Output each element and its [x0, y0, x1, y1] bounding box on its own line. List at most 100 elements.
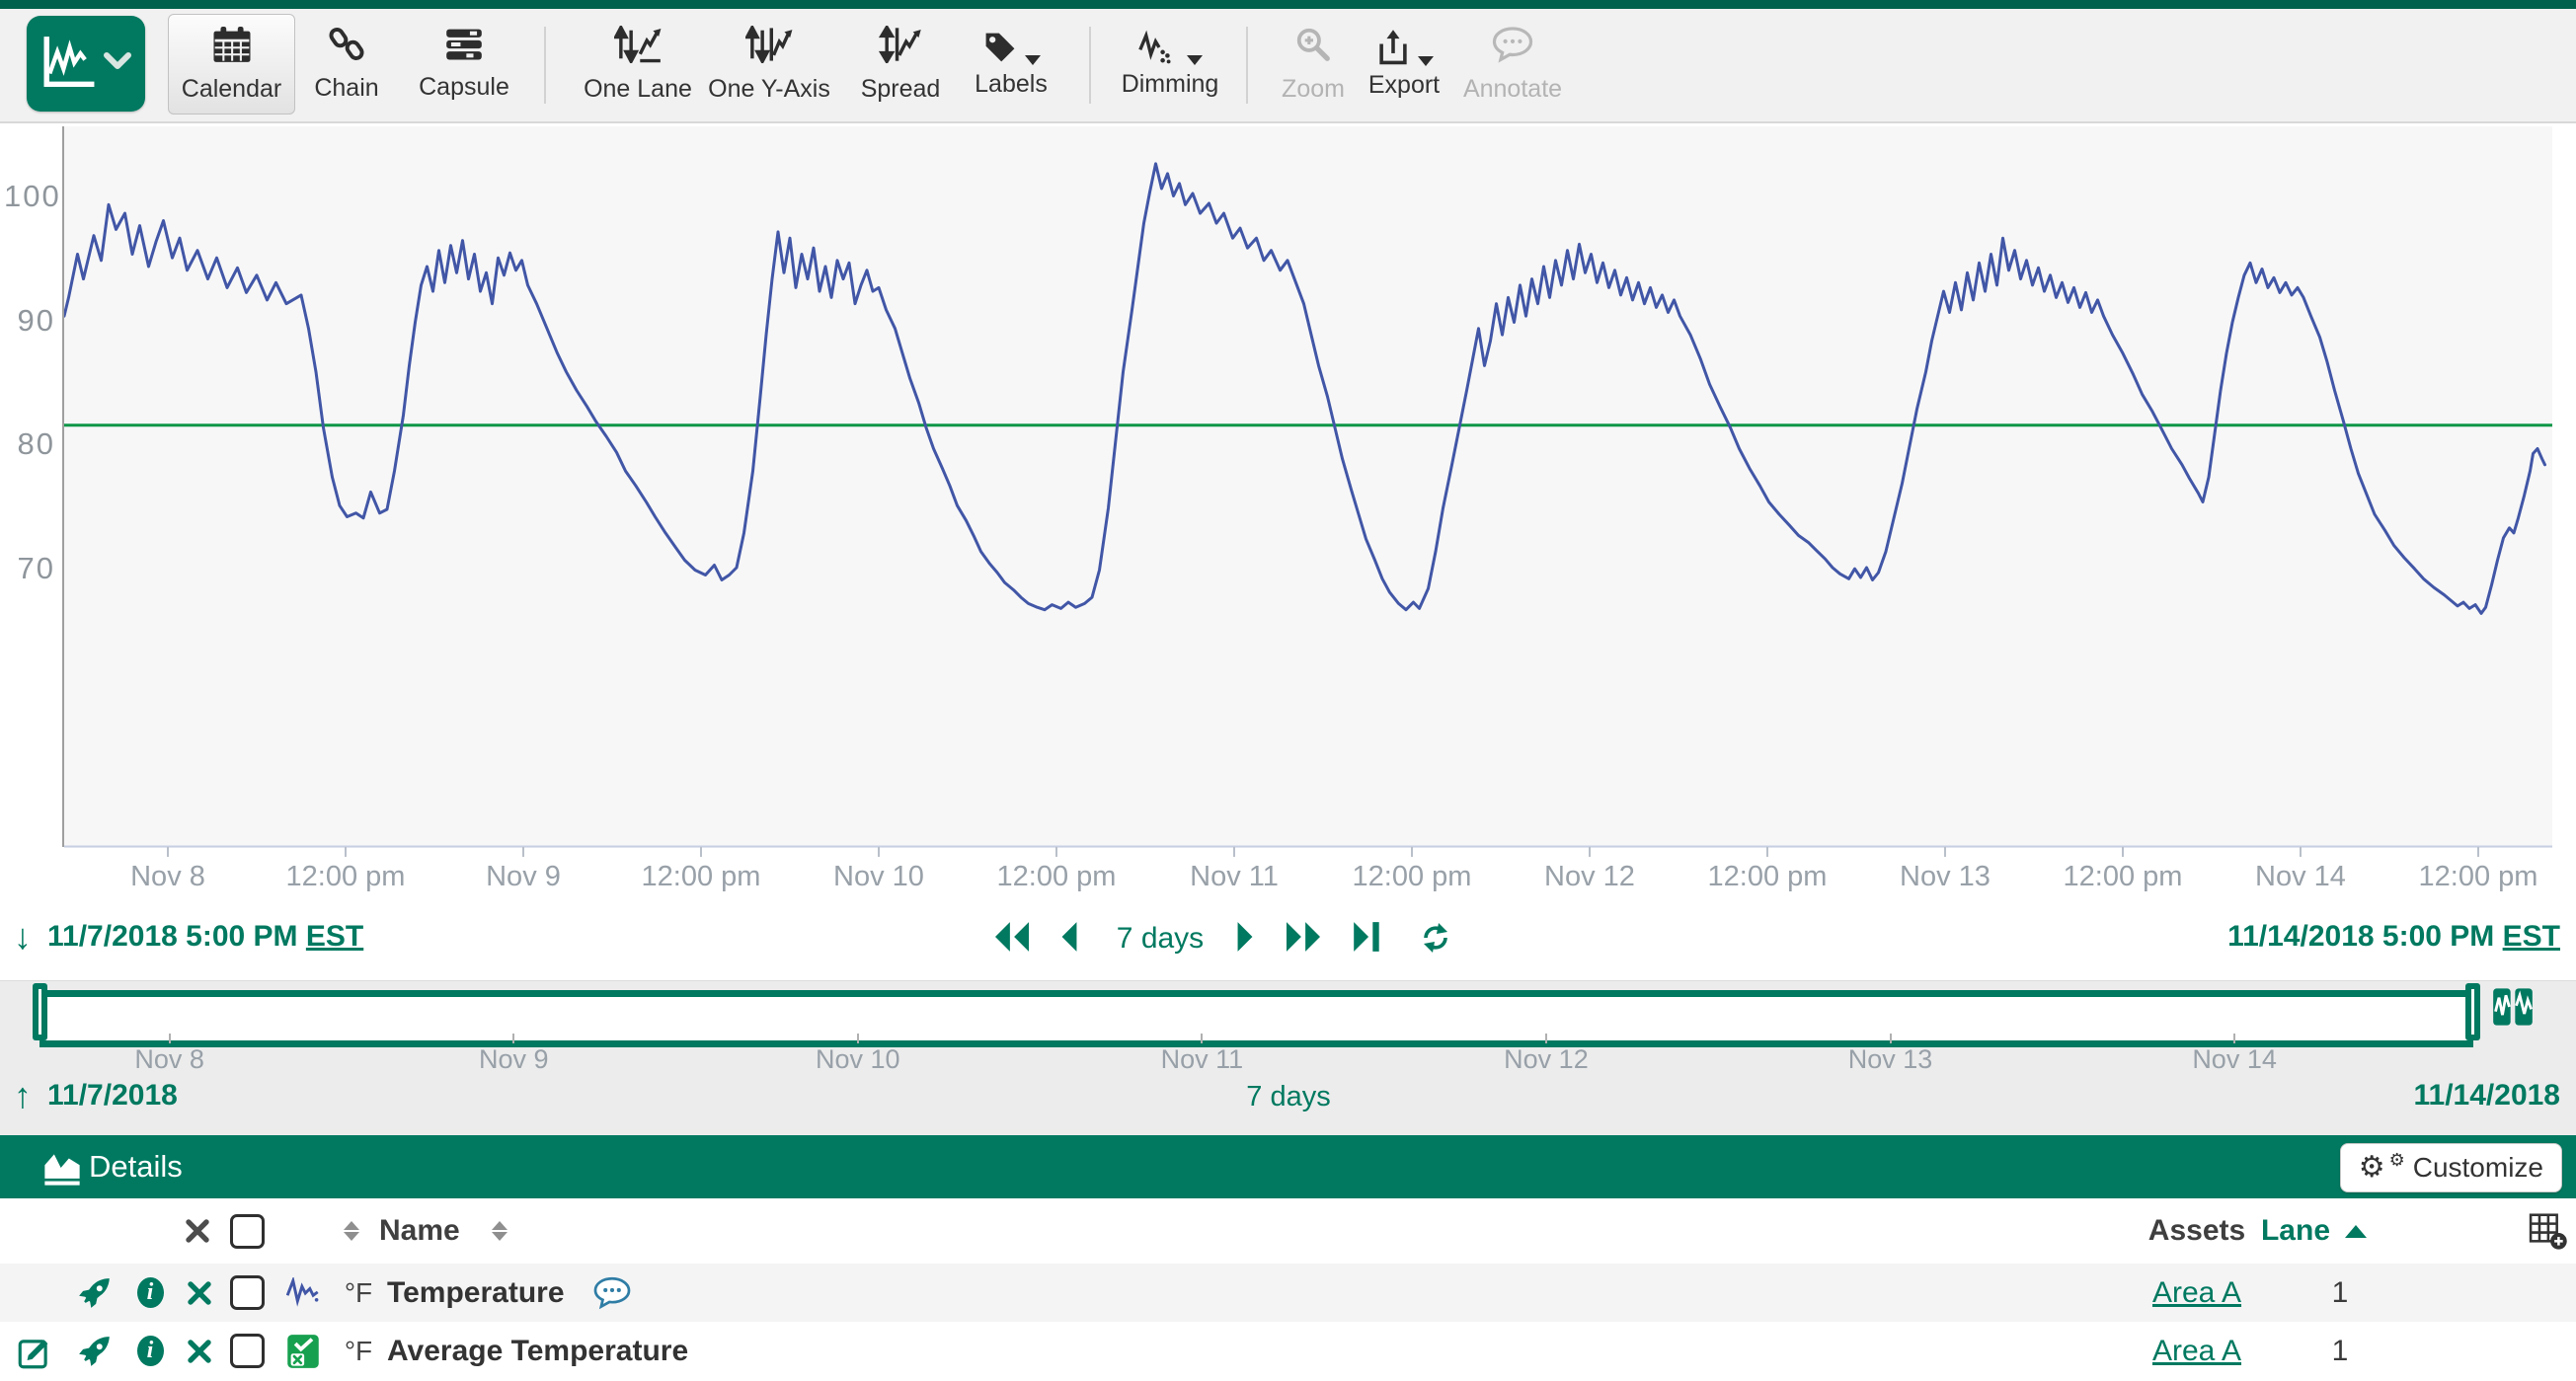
x-axis-tick-label: 12:00 pm	[1353, 861, 1472, 893]
remove-all-icon[interactable]	[176, 1198, 219, 1264]
annotation-bubble-icon[interactable]	[585, 1264, 640, 1322]
y-axis-tick-label: 100	[4, 179, 55, 214]
add-column-button[interactable]	[2524, 1198, 2573, 1264]
timebar-day-label: Nov 8	[134, 1044, 204, 1075]
x-axis-tick-label: 12:00 pm	[2064, 861, 2183, 893]
step-forward-button[interactable]	[1282, 920, 1325, 959]
column-header-name[interactable]: Name	[379, 1198, 488, 1264]
timebar-day-label: Nov 11	[1161, 1044, 1244, 1075]
toolbar-button-label: Dimming	[1122, 72, 1219, 97]
timezone-link[interactable]: EST	[306, 920, 363, 953]
lane-sort-ascending-icon[interactable]	[2338, 1198, 2374, 1264]
toolbar-button-labels[interactable]: Labels	[952, 14, 1070, 113]
row-checkbox[interactable]	[225, 1264, 269, 1322]
investigate-duration[interactable]: 7 days	[1229, 1081, 1348, 1113]
timebar-tick	[857, 1034, 859, 1043]
x-axis-tick-label: 12:00 pm	[642, 861, 761, 893]
toolbar-separator	[1246, 27, 1248, 104]
duration-button[interactable]: 7 days	[1106, 922, 1214, 956]
timebar-right-handle[interactable]	[2465, 983, 2480, 1040]
display-range-start[interactable]: 11/7/2018 5:00 PM EST	[47, 920, 363, 954]
item-name[interactable]: Temperature	[387, 1264, 703, 1322]
zoom-magnifier-icon	[1293, 26, 1333, 70]
export-share-icon	[1374, 29, 1434, 66]
toolbar-button-label: Export	[1368, 73, 1440, 98]
x-axis-tick-label: Nov 9	[486, 861, 561, 893]
sort-name-control[interactable]	[482, 1198, 517, 1264]
toolbar-button-annotate[interactable]: Annotate	[1448, 14, 1577, 113]
column-header-lane[interactable]: Lane	[2256, 1198, 2335, 1264]
details-row-average-temperature: i °F Average Temperature Area A 1	[0, 1322, 2576, 1380]
area-chart-icon	[41, 1149, 83, 1191]
remove-item-icon[interactable]	[178, 1322, 221, 1380]
info-icon[interactable]: i	[128, 1322, 172, 1380]
fit-timeframe-icon[interactable]	[2492, 987, 2534, 1032]
customize-button[interactable]: ⚙ ⚙ Customize	[2340, 1143, 2562, 1192]
x-axis-tick	[2122, 847, 2124, 857]
column-header-assets[interactable]: Assets	[2147, 1198, 2246, 1264]
timebar-range[interactable]	[39, 990, 2473, 1047]
item-name[interactable]: Average Temperature	[387, 1322, 802, 1380]
row-checkbox[interactable]	[225, 1322, 269, 1380]
toolbar-button-chain[interactable]: Chain	[292, 14, 401, 113]
calendar-icon	[212, 27, 252, 70]
details-panel-title: Details	[89, 1149, 183, 1185]
asset-link[interactable]: Area A	[2147, 1264, 2246, 1322]
timebar-tick	[169, 1034, 171, 1043]
x-axis-tick	[522, 847, 524, 857]
lane-value: 1	[2301, 1322, 2380, 1380]
half-step-backward-button[interactable]	[1056, 920, 1082, 959]
toolbar-button-label: Labels	[975, 72, 1048, 97]
x-axis-tick	[1766, 847, 1768, 857]
refresh-button[interactable]	[1418, 922, 1453, 959]
trend-plot[interactable]	[64, 126, 2552, 848]
select-all-checkbox[interactable]	[225, 1198, 269, 1264]
toolbar-button-dimming[interactable]: Dimming	[1108, 14, 1232, 113]
half-step-forward-button[interactable]	[1232, 920, 1258, 959]
x-axis-tick	[345, 847, 347, 857]
investigate-end-date[interactable]: 11/14/2018	[2414, 1079, 2561, 1112]
details-table-header: Name Assets Lane	[0, 1198, 2576, 1265]
sort-color-control[interactable]	[334, 1198, 369, 1264]
x-axis-tick	[878, 847, 880, 857]
rocket-icon[interactable]	[73, 1264, 117, 1322]
timebar-day-label: Nov 10	[816, 1044, 900, 1075]
toolbar-button-one-lane[interactable]: One Lane	[569, 14, 707, 113]
worksheet-view-button[interactable]	[27, 16, 145, 112]
toolbar-button-one-y-axis[interactable]: One Y-Axis	[700, 14, 838, 113]
x-axis-tick-label: 12:00 pm	[2419, 861, 2538, 893]
x-axis-tick	[1944, 847, 1946, 857]
y-axis-tick-label: 90	[4, 303, 55, 339]
x-axis-tick	[700, 847, 702, 857]
remove-item-icon[interactable]	[178, 1264, 221, 1322]
top-accent-strip	[0, 0, 2576, 9]
toolbar-button-export[interactable]: Export	[1350, 14, 1458, 113]
x-axis-tick-label: Nov 11	[1190, 861, 1279, 893]
toolbar-button-label: Calendar	[182, 77, 281, 102]
timezone-link[interactable]: EST	[2503, 920, 2560, 953]
timebar-tick	[1201, 1034, 1203, 1043]
investigate-start-date[interactable]: 11/7/2018	[47, 1079, 178, 1112]
x-axis-tick	[1411, 847, 1413, 857]
details-panel-header: Details ⚙ ⚙ Customize	[0, 1135, 2576, 1198]
unit-label: °F	[332, 1264, 385, 1322]
x-axis-tick-label: Nov 10	[833, 861, 924, 893]
step-backward-button[interactable]	[990, 920, 1034, 959]
toolbar-button-calendar[interactable]: Calendar	[168, 14, 295, 115]
skip-to-now-button[interactable]	[1351, 920, 1384, 959]
labels-tag-icon	[981, 30, 1041, 65]
lane-value: 1	[2301, 1264, 2380, 1322]
display-range-end[interactable]: 11/14/2018 5:00 PM EST	[2227, 920, 2560, 954]
timebar-left-handle[interactable]	[33, 983, 47, 1040]
x-axis-tick-label: Nov 14	[2255, 861, 2346, 893]
info-icon[interactable]: i	[128, 1264, 172, 1322]
toolbar-button-spread[interactable]: Spread	[841, 14, 960, 113]
capsule-icon	[445, 28, 483, 68]
timebar-tick	[1545, 1034, 1547, 1043]
toolbar: Calendar Chain Capsule One Lane	[0, 9, 2576, 123]
edit-pencil-icon[interactable]	[12, 1322, 59, 1380]
toolbar-button-capsule[interactable]: Capsule	[405, 14, 523, 113]
asset-link[interactable]: Area A	[2147, 1322, 2246, 1380]
investigate-timebar: Nov 8Nov 9Nov 10Nov 11Nov 12Nov 13Nov 14…	[0, 980, 2576, 1136]
rocket-icon[interactable]	[73, 1322, 117, 1380]
